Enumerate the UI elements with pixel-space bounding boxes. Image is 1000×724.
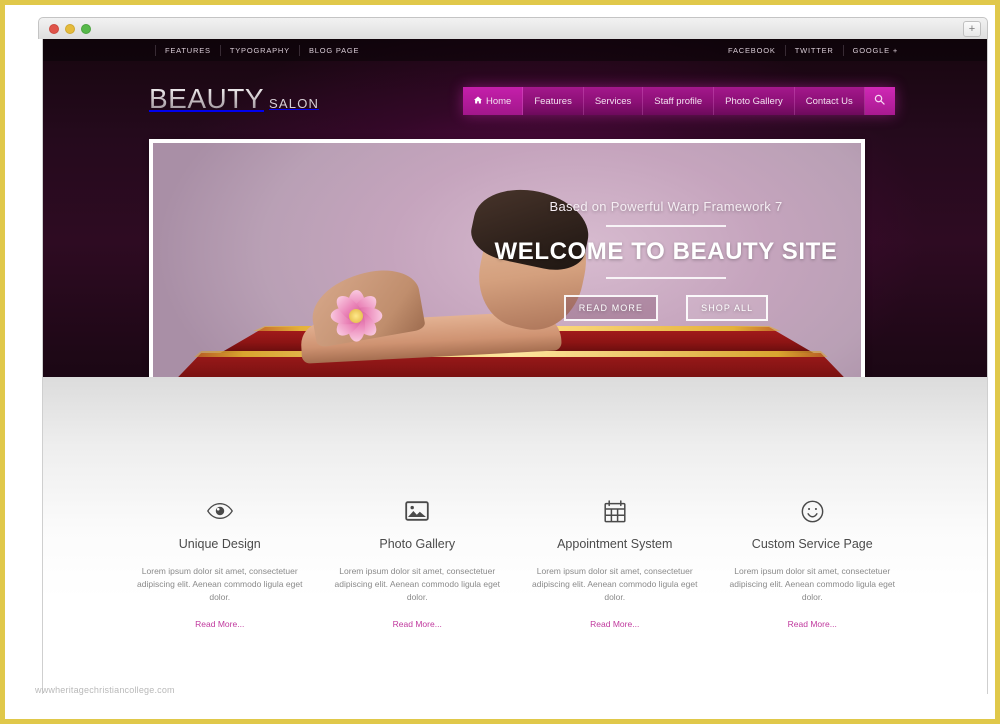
feature-description: Lorem ipsum dolor sit amet, consectetuer… xyxy=(532,566,698,603)
site-logo[interactable]: BEAUTY SALON xyxy=(149,83,319,115)
nav-item-contact-us-label: Contact Us xyxy=(805,95,853,107)
utility-topbar: FEATURES TYPOGRAPHY BLOG PAGE FACEBOOK T… xyxy=(43,39,987,61)
content-area: Unique Design Lorem ipsum dolor sit amet… xyxy=(43,377,987,694)
feature-description: Lorem ipsum dolor sit amet, consectetuer… xyxy=(729,566,895,603)
calendar-icon xyxy=(528,497,702,525)
read-more-button[interactable]: READ MORE xyxy=(563,295,659,321)
feature-title: Photo Gallery xyxy=(379,537,456,551)
hero-title: WELCOME TO BEAUTY SITE xyxy=(494,238,838,265)
maximize-window-button[interactable] xyxy=(81,24,91,34)
hero-divider-top xyxy=(606,225,726,227)
nav-item-photo-gallery-label: Photo Gallery xyxy=(725,95,783,107)
hero-button-group: READ MORE SHOP ALL xyxy=(483,295,849,321)
nav-item-home-label: Home xyxy=(486,95,512,107)
topbar-social-links: FACEBOOK TWITTER GOOGLE + xyxy=(719,44,907,56)
home-icon xyxy=(474,96,482,107)
search-icon xyxy=(874,92,885,110)
nav-item-staff-profile[interactable]: Staff profile xyxy=(643,87,715,115)
site-viewport: FEATURES TYPOGRAPHY BLOG PAGE FACEBOOK T… xyxy=(42,39,988,694)
nav-item-contact-us[interactable]: Contact Us xyxy=(795,87,865,115)
nav-item-services-label: Services xyxy=(594,95,632,107)
feature-read-more-link[interactable]: Read More... xyxy=(393,619,442,629)
eye-icon xyxy=(133,497,307,525)
browser-window: + FEATURES TYPOGRAPHY BLOG PAGE FACEBOOK xyxy=(10,8,995,698)
nav-item-features-label: Features xyxy=(534,95,572,107)
feature-title: Custom Service Page xyxy=(751,537,873,551)
logo-secondary-text: SALON xyxy=(269,96,320,111)
feature-read-more-link[interactable]: Read More... xyxy=(590,619,639,629)
feature-card-photo-gallery: Photo Gallery Lorem ipsum dolor sit amet… xyxy=(319,497,517,632)
feature-description: Lorem ipsum dolor sit amet, consectetuer… xyxy=(334,566,500,603)
nav-item-home[interactable]: Home xyxy=(463,87,524,115)
logo-primary-text: BEAUTY xyxy=(149,83,265,114)
browser-titlebar: + xyxy=(38,17,988,39)
feature-description: Lorem ipsum dolor sit amet, consectetuer… xyxy=(137,566,303,603)
feature-title: Unique Design xyxy=(178,537,261,551)
nav-item-photo-gallery[interactable]: Photo Gallery xyxy=(714,87,795,115)
site-header: FEATURES TYPOGRAPHY BLOG PAGE FACEBOOK T… xyxy=(43,39,987,401)
feature-card-unique-design: Unique Design Lorem ipsum dolor sit amet… xyxy=(121,497,319,632)
feature-read-more-link[interactable]: Read More... xyxy=(788,619,837,629)
nav-item-services[interactable]: Services xyxy=(584,87,644,115)
screenshot-frame: + FEATURES TYPOGRAPHY BLOG PAGE FACEBOOK xyxy=(0,0,1000,724)
social-link-google-plus[interactable]: GOOGLE + xyxy=(844,46,907,55)
search-button[interactable] xyxy=(864,87,895,115)
hero-divider-bottom xyxy=(606,277,726,279)
hero-subtitle: Based on Powerful Warp Framework 7 xyxy=(549,199,783,214)
feature-title: Appointment System xyxy=(557,537,673,551)
minimize-window-button[interactable] xyxy=(65,24,75,34)
feature-read-more-link[interactable]: Read More... xyxy=(195,619,244,629)
features-row: Unique Design Lorem ipsum dolor sit amet… xyxy=(121,497,911,632)
topbar-left-links: FEATURES TYPOGRAPHY BLOG PAGE xyxy=(155,44,368,56)
topbar-link-features[interactable]: FEATURES xyxy=(156,46,220,55)
nav-item-staff-profile-label: Staff profile xyxy=(654,95,703,107)
watermark-text: wwwheritagechristiancollege.com xyxy=(35,685,175,695)
nav-item-features[interactable]: Features xyxy=(523,87,584,115)
feature-card-appointment-system: Appointment System Lorem ipsum dolor sit… xyxy=(516,497,714,632)
lotus-flower-icon xyxy=(325,287,387,345)
topbar-link-typography[interactable]: TYPOGRAPHY xyxy=(221,46,299,55)
main-navigation: Home Features Services Staff profile Pho… xyxy=(463,87,895,115)
social-link-twitter[interactable]: TWITTER xyxy=(786,46,843,55)
hero-text-block: Based on Powerful Warp Framework 7 WELCO… xyxy=(483,199,849,321)
close-window-button[interactable] xyxy=(49,24,59,34)
new-tab-button[interactable]: + xyxy=(963,21,981,37)
image-icon xyxy=(331,497,505,525)
window-controls xyxy=(49,24,91,34)
topbar-link-blog-page[interactable]: BLOG PAGE xyxy=(300,46,368,55)
feature-card-custom-service-page: Custom Service Page Lorem ipsum dolor si… xyxy=(714,497,912,632)
shop-all-button[interactable]: SHOP ALL xyxy=(686,295,769,321)
flower-center xyxy=(349,309,363,323)
smiley-icon xyxy=(726,497,900,525)
hero-slider[interactable]: Based on Powerful Warp Framework 7 WELCO… xyxy=(149,139,865,401)
social-link-facebook[interactable]: FACEBOOK xyxy=(719,46,785,55)
